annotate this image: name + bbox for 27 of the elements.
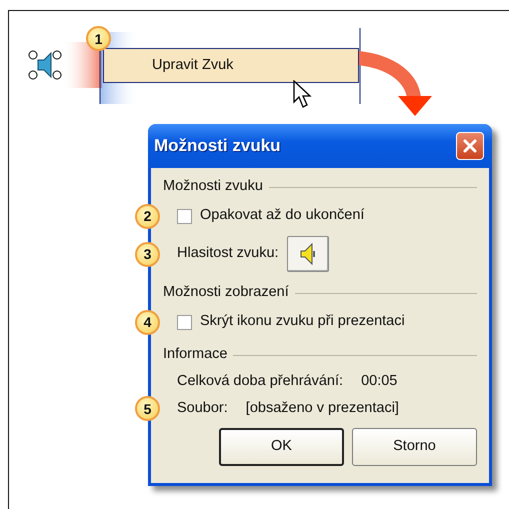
callout-number: 1	[86, 26, 111, 51]
sound-icon	[28, 50, 62, 80]
info-value: [obsaženo v prezentaci]	[246, 398, 399, 418]
checkbox[interactable]	[177, 314, 192, 330]
checkbox-label: Opakovat až do ukončení	[200, 206, 364, 226]
section-heading: Možnosti zvuku	[163, 177, 263, 196]
close-icon	[462, 138, 478, 154]
volume-button[interactable]	[286, 236, 329, 272]
speaker-icon	[300, 243, 316, 265]
checkbox[interactable]	[177, 208, 192, 224]
dialog-button[interactable]: Storno	[352, 428, 477, 466]
cursor-icon	[292, 80, 314, 110]
info-value: 00:05	[361, 372, 398, 391]
close-button[interactable]	[456, 132, 484, 160]
info-label: Celková doba přehrávání:	[177, 372, 344, 391]
menu-item[interactable]: Upravit Zvuk	[103, 48, 359, 83]
window-title: Možnosti zvuku	[154, 135, 281, 158]
checkbox-label: Skrýt ikonu zvuku při prezentaci	[200, 312, 405, 332]
dialog-button[interactable]: OK	[219, 428, 344, 466]
callout-number: 4	[135, 310, 160, 334]
callout-number: 3	[135, 242, 160, 266]
callout-number: 2	[135, 204, 160, 228]
section-heading: Informace	[163, 345, 228, 364]
info-label: Soubor:	[177, 398, 228, 418]
section-heading: Možnosti zobrazení	[163, 283, 289, 302]
volume-label: Hlasitost zvuku:	[177, 244, 279, 264]
callout-number: 5	[135, 396, 160, 421]
